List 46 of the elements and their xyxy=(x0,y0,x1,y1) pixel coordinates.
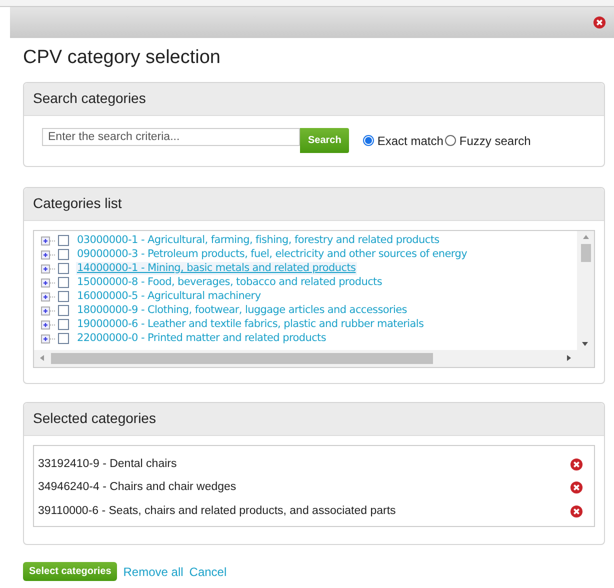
expand-icon[interactable] xyxy=(41,334,55,344)
category-link[interactable]: 16000000-5 - Agricultural machinery xyxy=(76,290,262,303)
panel-heading: Search categories xyxy=(33,89,146,108)
panel-heading: Categories list xyxy=(33,194,122,213)
checkbox[interactable] xyxy=(58,235,69,246)
select-categories-button[interactable]: Select categories xyxy=(23,562,118,581)
expand-icon[interactable] xyxy=(41,264,55,274)
expand-icon[interactable] xyxy=(41,306,55,316)
category-link[interactable]: 19000000-6 - Leather and textile fabrics, plastic and rubber materials xyxy=(76,318,425,331)
selected-category: 33192410-9 - Dental chairs xyxy=(38,456,177,472)
category-link[interactable]: 14000000-1 - Mining, basic metals and related products xyxy=(76,262,357,275)
remove-icon[interactable] xyxy=(570,504,583,518)
radio-button[interactable] xyxy=(363,135,374,146)
checkbox[interactable] xyxy=(58,263,69,274)
expand-icon[interactable] xyxy=(41,278,55,288)
radio-button[interactable] xyxy=(445,135,456,146)
vertical-scrollbar[interactable] xyxy=(577,230,594,350)
remove-icon[interactable] xyxy=(570,458,583,471)
horizontal-scrollbar[interactable] xyxy=(34,350,594,366)
panel-heading: Selected categories xyxy=(33,409,156,428)
checkbox[interactable] xyxy=(58,277,69,288)
expand-icon[interactable] xyxy=(41,250,55,260)
radio-label: Exact match xyxy=(377,132,444,150)
selected-category: 34946240-4 - Chairs and chair wedges xyxy=(38,480,236,496)
checkbox[interactable] xyxy=(58,333,69,344)
radio-label: Fuzzy search xyxy=(459,132,531,150)
checkbox[interactable] xyxy=(58,291,69,302)
search-button[interactable]: Search xyxy=(300,128,350,153)
expand-icon[interactable] xyxy=(41,320,55,330)
category-link[interactable]: 15000000-8 - Food, beverages, tobacco and related products xyxy=(76,276,384,289)
checkbox[interactable] xyxy=(58,319,69,330)
dialog-title: CPV category selection xyxy=(23,46,220,70)
action-link[interactable]: Remove all xyxy=(123,562,184,580)
remove-icon[interactable] xyxy=(570,481,583,494)
selected-category: 39110000-6 - Seats, chairs and related products, and associated parts xyxy=(38,504,396,519)
search-field[interactable]: Enter the search criteria... xyxy=(42,128,300,146)
checkbox[interactable] xyxy=(58,249,69,260)
category-link[interactable]: 18000000-9 - Clothing, footwear, luggage articles and accessories xyxy=(76,304,408,317)
expand-icon[interactable] xyxy=(41,292,55,302)
checkbox[interactable] xyxy=(58,305,69,316)
category-link[interactable]: 09000000-3 - Petroleum products, fuel, electricity and other sources of energy xyxy=(76,248,468,261)
category-link[interactable]: 03000000-1 - Agricultural, farming, fishing, forestry and related products xyxy=(76,234,440,247)
close-icon[interactable] xyxy=(593,16,606,29)
category-link[interactable]: 22000000-0 - Printed matter and related products xyxy=(76,332,328,345)
action-link[interactable]: Cancel xyxy=(189,562,227,580)
expand-icon[interactable] xyxy=(41,236,55,246)
